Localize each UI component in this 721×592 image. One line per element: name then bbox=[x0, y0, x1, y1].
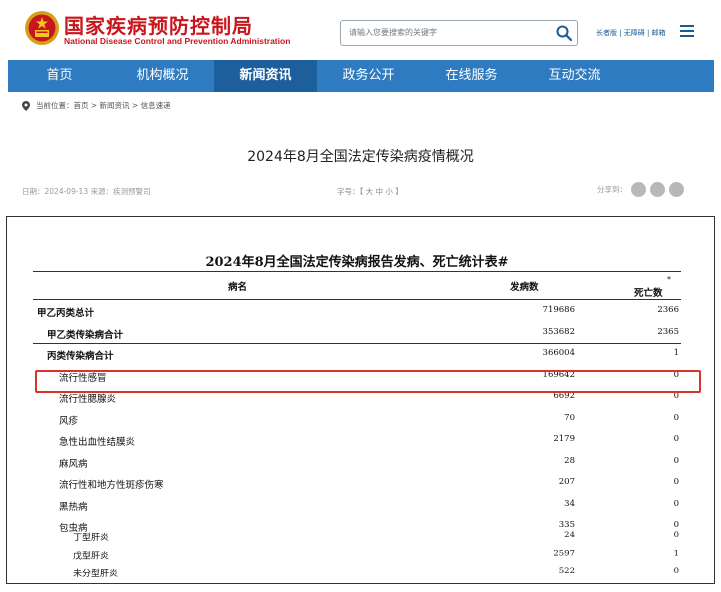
table-body: 甲乙丙类总计 719686 2366 甲乙类传染病合计 353682 2365 丙类传染病合… bbox=[33, 301, 681, 538]
nav-item-1[interactable]: 机构概况 bbox=[111, 60, 214, 92]
disease-name: 流行性腮腺炎 bbox=[59, 394, 117, 405]
column-header-name: 病名 bbox=[228, 282, 248, 293]
site-logo-subtitle: National Disease Control and Prevention … bbox=[64, 36, 291, 46]
disease-name: 丙类传染病合计 bbox=[47, 351, 114, 362]
disease-name: 急性出血性结膜炎 bbox=[59, 437, 136, 448]
national-emblem-icon[interactable] bbox=[24, 9, 60, 47]
death-count: 0 bbox=[673, 455, 679, 466]
breadcrumb: 当前位置： 首页 > 新闻资讯 > 信息速递 bbox=[22, 100, 171, 111]
deaths-footnote-mark: * bbox=[667, 275, 671, 284]
nav-item-0[interactable]: 首页 bbox=[8, 60, 111, 92]
search-icon[interactable] bbox=[555, 24, 573, 42]
disease-name: 甲乙丙类总计 bbox=[37, 308, 95, 319]
table-row: 戊型肝炎 2597 1 bbox=[33, 545, 681, 563]
search-box[interactable]: 请输入您要搜索的关键字 bbox=[340, 20, 578, 46]
search-input[interactable]: 请输入您要搜索的关键字 bbox=[349, 27, 437, 38]
disease-name: 丁型肝炎 bbox=[73, 533, 110, 543]
article-title: 2024年8月全国法定传染病疫情概况 bbox=[247, 149, 474, 165]
table-header-rule bbox=[33, 299, 681, 300]
table-row: 未分型肝炎 522 0 bbox=[33, 563, 681, 581]
disease-name: 流行性和地方性斑疹伤寒 bbox=[59, 480, 164, 491]
site-logo-title[interactable]: 国家疾病预防控制局 bbox=[64, 10, 253, 39]
disease-name: 戊型肝炎 bbox=[73, 551, 110, 561]
top-links[interactable]: 长者版 | 无障碍 | 邮箱 bbox=[596, 28, 666, 38]
disease-name: 未分型肝炎 bbox=[73, 569, 119, 579]
nav-item-4[interactable]: 在线服务 bbox=[420, 60, 523, 92]
disease-name: 风疹 bbox=[59, 415, 79, 427]
table-row: 急性出血性结膜炎 2179 0 bbox=[33, 430, 681, 452]
case-count: 366004 bbox=[542, 348, 575, 358]
case-count: 70 bbox=[564, 412, 575, 423]
table-row: 丙类传染病合计 366004 1 bbox=[33, 344, 681, 366]
case-count: 2179 bbox=[553, 434, 575, 444]
table-title: 2024年8月全国法定传染病报告发病、死亡统计表# bbox=[205, 255, 509, 270]
wechat-share-icon[interactable] bbox=[631, 182, 646, 197]
highlight-box bbox=[35, 370, 701, 393]
nav-item-3[interactable]: 政务公开 bbox=[317, 60, 420, 92]
location-pin-icon bbox=[22, 100, 30, 111]
death-count: 0 bbox=[673, 566, 679, 576]
statistics-table-image: 2024年8月全国法定传染病报告发病、死亡统计表# 病名 发病数 死亡数 * 甲… bbox=[6, 216, 715, 584]
death-count: 0 bbox=[673, 434, 679, 444]
table-row: 麻风病 28 0 bbox=[33, 452, 681, 474]
disease-name: 黑热病 bbox=[59, 501, 88, 513]
case-count: 522 bbox=[558, 566, 575, 576]
death-count: 2366 bbox=[657, 305, 679, 315]
case-count: 719686 bbox=[542, 305, 575, 315]
table-row: 流行性和地方性斑疹伤寒 207 0 bbox=[33, 473, 681, 495]
table-row: 甲乙类传染病合计 353682 2365 bbox=[33, 323, 681, 344]
article-meta: 日期：2024-09-13 来源：疾测预警司 bbox=[22, 187, 151, 196]
table-body-lower: 丁型肝炎 24 0 戊型肝炎 2597 1 未分型肝炎 522 0 bbox=[33, 527, 681, 581]
disease-name: 甲乙类传染病合计 bbox=[47, 329, 124, 341]
nav-item-5[interactable]: 互动交流 bbox=[523, 60, 626, 92]
share-label: 分享到： bbox=[597, 185, 627, 194]
case-count: 353682 bbox=[542, 326, 575, 337]
weibo-share-icon[interactable] bbox=[650, 182, 665, 197]
case-count: 24 bbox=[564, 530, 575, 540]
table-row: 丁型肝炎 24 0 bbox=[33, 527, 681, 545]
case-count: 34 bbox=[564, 498, 575, 509]
death-count: 1 bbox=[673, 548, 679, 558]
column-header-deaths: 死亡数 bbox=[634, 288, 663, 299]
death-count: 0 bbox=[673, 412, 679, 423]
main-nav: 首页 机构概况 新闻资讯 政务公开 在线服务 互动交流 bbox=[8, 60, 714, 92]
death-count: 1 bbox=[673, 348, 679, 358]
column-header-cases: 发病数 bbox=[510, 282, 539, 293]
case-count: 28 bbox=[564, 455, 575, 466]
hamburger-menu-icon[interactable] bbox=[680, 25, 694, 37]
case-count: 207 bbox=[558, 477, 575, 487]
death-count: 0 bbox=[673, 530, 679, 540]
death-count: 0 bbox=[673, 498, 679, 509]
nav-item-2[interactable]: 新闻资讯 bbox=[214, 60, 317, 92]
case-count: 2597 bbox=[553, 548, 575, 558]
breadcrumb-path[interactable]: 首页 > 新闻资讯 > 信息速递 bbox=[74, 100, 171, 111]
death-count: 2365 bbox=[657, 326, 679, 337]
table-top-rule bbox=[33, 271, 681, 272]
table-row: 风疹 70 0 bbox=[33, 409, 681, 431]
share-bar: 分享到： bbox=[597, 182, 684, 197]
font-size-switch[interactable]: 字号：【 大 中 小 】 bbox=[337, 186, 403, 197]
table-row: 甲乙丙类总计 719686 2366 bbox=[33, 301, 681, 323]
breadcrumb-prefix: 当前位置： bbox=[36, 101, 74, 110]
disease-name: 麻风病 bbox=[59, 458, 88, 470]
table-row: 黑热病 34 0 bbox=[33, 495, 681, 517]
site-header: 国家疾病预防控制局 National Disease Control and P… bbox=[0, 0, 721, 60]
qq-share-icon[interactable] bbox=[669, 182, 684, 197]
death-count: 0 bbox=[673, 477, 679, 487]
